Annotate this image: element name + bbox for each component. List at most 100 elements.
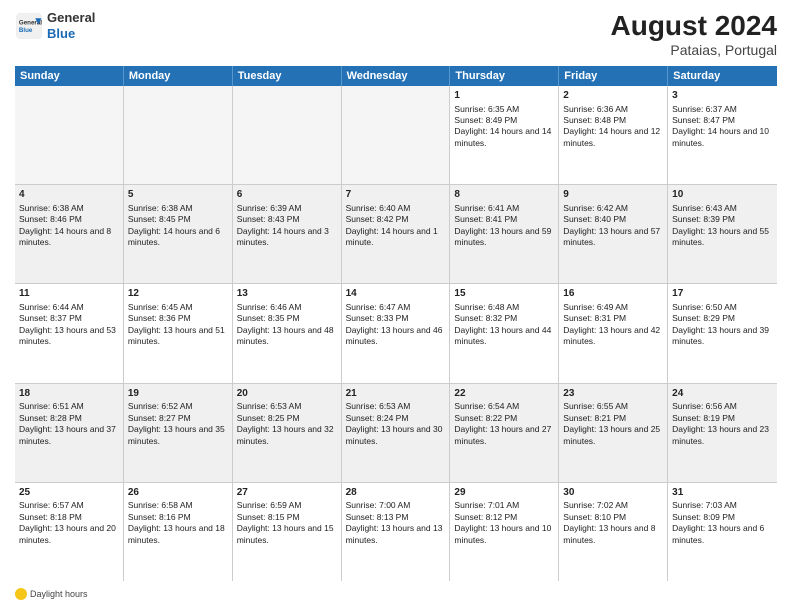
day-number: 10 xyxy=(672,188,773,202)
header-cell-wednesday: Wednesday xyxy=(342,66,451,86)
cal-cell: 20Sunrise: 6:53 AMSunset: 8:25 PMDayligh… xyxy=(233,384,342,482)
sunset-text: Sunset: 8:18 PM xyxy=(19,512,119,523)
daylight-text: Daylight: 13 hours and 13 minutes. xyxy=(346,523,446,546)
sunset-text: Sunset: 8:48 PM xyxy=(563,115,663,126)
sunrise-text: Sunrise: 6:55 AM xyxy=(563,401,663,412)
cal-cell: 24Sunrise: 6:56 AMSunset: 8:19 PMDayligh… xyxy=(668,384,777,482)
cal-cell: 1Sunrise: 6:35 AMSunset: 8:49 PMDaylight… xyxy=(450,86,559,184)
sunrise-text: Sunrise: 6:36 AM xyxy=(563,104,663,115)
sunset-text: Sunset: 8:25 PM xyxy=(237,413,337,424)
sunset-text: Sunset: 8:15 PM xyxy=(237,512,337,523)
logo: General Blue General Blue xyxy=(15,10,95,41)
calendar-body: 1Sunrise: 6:35 AMSunset: 8:49 PMDaylight… xyxy=(15,86,777,581)
sunrise-text: Sunrise: 6:44 AM xyxy=(19,302,119,313)
daylight-text: Daylight: 13 hours and 55 minutes. xyxy=(672,226,773,249)
sunrise-text: Sunrise: 6:51 AM xyxy=(19,401,119,412)
logo-icon: General Blue xyxy=(15,12,43,40)
day-number: 5 xyxy=(128,188,228,202)
daylight-text: Daylight: 13 hours and 44 minutes. xyxy=(454,325,554,348)
header-cell-sunday: Sunday xyxy=(15,66,124,86)
daylight-text: Daylight: 13 hours and 18 minutes. xyxy=(128,523,228,546)
daylight-text: Daylight: 13 hours and 39 minutes. xyxy=(672,325,773,348)
cal-cell: 23Sunrise: 6:55 AMSunset: 8:21 PMDayligh… xyxy=(559,384,668,482)
day-number: 12 xyxy=(128,287,228,301)
cal-cell: 30Sunrise: 7:02 AMSunset: 8:10 PMDayligh… xyxy=(559,483,668,581)
cal-cell: 16Sunrise: 6:49 AMSunset: 8:31 PMDayligh… xyxy=(559,284,668,382)
sunset-text: Sunset: 8:19 PM xyxy=(672,413,773,424)
sunrise-text: Sunrise: 6:54 AM xyxy=(454,401,554,412)
day-number: 11 xyxy=(19,287,119,301)
daylight-text: Daylight: 13 hours and 10 minutes. xyxy=(454,523,554,546)
sunset-text: Sunset: 8:21 PM xyxy=(563,413,663,424)
cal-cell: 15Sunrise: 6:48 AMSunset: 8:32 PMDayligh… xyxy=(450,284,559,382)
header-cell-monday: Monday xyxy=(124,66,233,86)
sunset-text: Sunset: 8:10 PM xyxy=(563,512,663,523)
legend: Daylight hours xyxy=(15,586,777,602)
location: Pataias, Portugal xyxy=(611,42,778,58)
cal-cell: 25Sunrise: 6:57 AMSunset: 8:18 PMDayligh… xyxy=(15,483,124,581)
day-number: 30 xyxy=(563,486,663,500)
cal-cell: 13Sunrise: 6:46 AMSunset: 8:35 PMDayligh… xyxy=(233,284,342,382)
page: General Blue General Blue August 2024 Pa… xyxy=(0,0,792,612)
sunset-text: Sunset: 8:46 PM xyxy=(19,214,119,225)
sunset-text: Sunset: 8:22 PM xyxy=(454,413,554,424)
sunset-text: Sunset: 8:12 PM xyxy=(454,512,554,523)
sunrise-text: Sunrise: 6:56 AM xyxy=(672,401,773,412)
sunrise-text: Sunrise: 6:48 AM xyxy=(454,302,554,313)
cal-row-1: 1Sunrise: 6:35 AMSunset: 8:49 PMDaylight… xyxy=(15,86,777,185)
day-number: 27 xyxy=(237,486,337,500)
sunrise-text: Sunrise: 6:41 AM xyxy=(454,203,554,214)
cal-cell xyxy=(15,86,124,184)
sunrise-text: Sunrise: 6:37 AM xyxy=(672,104,773,115)
calendar: SundayMondayTuesdayWednesdayThursdayFrid… xyxy=(15,66,777,581)
daylight-text: Daylight: 13 hours and 37 minutes. xyxy=(19,424,119,447)
daylight-text: Daylight: 13 hours and 32 minutes. xyxy=(237,424,337,447)
day-number: 18 xyxy=(19,387,119,401)
cal-cell: 14Sunrise: 6:47 AMSunset: 8:33 PMDayligh… xyxy=(342,284,451,382)
sunset-text: Sunset: 8:42 PM xyxy=(346,214,446,225)
day-number: 16 xyxy=(563,287,663,301)
header-cell-thursday: Thursday xyxy=(450,66,559,86)
cal-cell: 18Sunrise: 6:51 AMSunset: 8:28 PMDayligh… xyxy=(15,384,124,482)
daylight-text: Daylight: 13 hours and 30 minutes. xyxy=(346,424,446,447)
sunset-text: Sunset: 8:31 PM xyxy=(563,313,663,324)
sunset-text: Sunset: 8:40 PM xyxy=(563,214,663,225)
month-year: August 2024 xyxy=(611,10,778,42)
sunset-text: Sunset: 8:43 PM xyxy=(237,214,337,225)
daylight-text: Daylight: 14 hours and 8 minutes. xyxy=(19,226,119,249)
day-number: 3 xyxy=(672,89,773,103)
day-number: 1 xyxy=(454,89,554,103)
cal-cell: 9Sunrise: 6:42 AMSunset: 8:40 PMDaylight… xyxy=(559,185,668,283)
cal-cell: 19Sunrise: 6:52 AMSunset: 8:27 PMDayligh… xyxy=(124,384,233,482)
daylight-text: Daylight: 13 hours and 57 minutes. xyxy=(563,226,663,249)
daylight-text: Daylight: 14 hours and 1 minute. xyxy=(346,226,446,249)
sunrise-text: Sunrise: 6:45 AM xyxy=(128,302,228,313)
sunrise-text: Sunrise: 6:52 AM xyxy=(128,401,228,412)
day-number: 29 xyxy=(454,486,554,500)
sunrise-text: Sunrise: 6:43 AM xyxy=(672,203,773,214)
daylight-text: Daylight: 13 hours and 46 minutes. xyxy=(346,325,446,348)
day-number: 21 xyxy=(346,387,446,401)
day-number: 19 xyxy=(128,387,228,401)
cal-cell: 11Sunrise: 6:44 AMSunset: 8:37 PMDayligh… xyxy=(15,284,124,382)
cal-cell: 12Sunrise: 6:45 AMSunset: 8:36 PMDayligh… xyxy=(124,284,233,382)
cal-cell xyxy=(124,86,233,184)
logo-general-text: General xyxy=(47,10,95,26)
sunset-text: Sunset: 8:29 PM xyxy=(672,313,773,324)
cal-row-5: 25Sunrise: 6:57 AMSunset: 8:18 PMDayligh… xyxy=(15,483,777,581)
sunset-text: Sunset: 8:39 PM xyxy=(672,214,773,225)
sunrise-text: Sunrise: 7:03 AM xyxy=(672,500,773,511)
sunset-text: Sunset: 8:24 PM xyxy=(346,413,446,424)
sunrise-text: Sunrise: 6:59 AM xyxy=(237,500,337,511)
daylight-text: Daylight: 13 hours and 8 minutes. xyxy=(563,523,663,546)
sunset-text: Sunset: 8:35 PM xyxy=(237,313,337,324)
sunset-text: Sunset: 8:37 PM xyxy=(19,313,119,324)
daylight-text: Daylight: 13 hours and 23 minutes. xyxy=(672,424,773,447)
day-number: 17 xyxy=(672,287,773,301)
sunrise-text: Sunrise: 6:53 AM xyxy=(237,401,337,412)
daylight-text: Daylight: 13 hours and 51 minutes. xyxy=(128,325,228,348)
cal-row-4: 18Sunrise: 6:51 AMSunset: 8:28 PMDayligh… xyxy=(15,384,777,483)
sunset-text: Sunset: 8:13 PM xyxy=(346,512,446,523)
day-number: 20 xyxy=(237,387,337,401)
logo-text: General Blue xyxy=(47,10,95,41)
